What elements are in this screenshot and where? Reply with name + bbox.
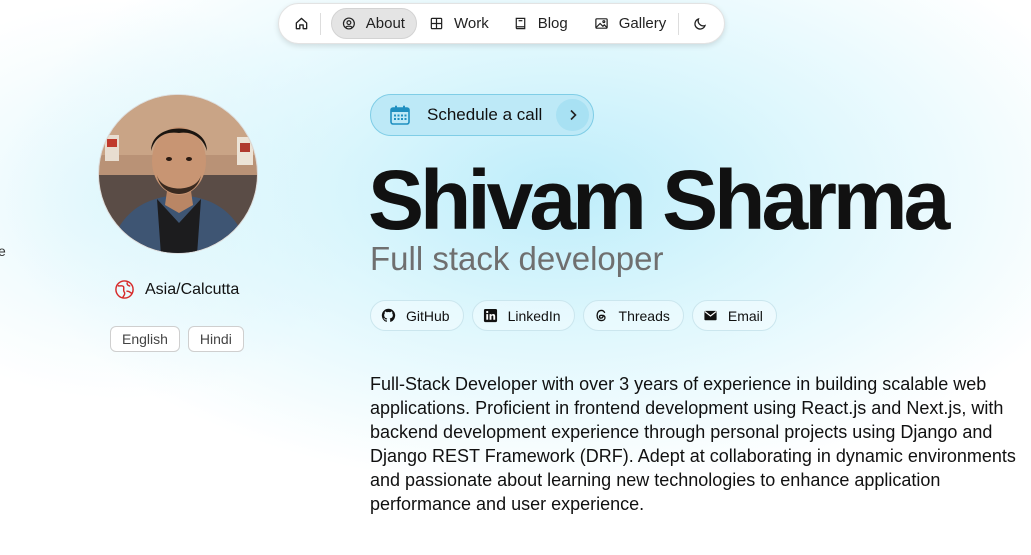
timezone: Asia/Calcutta <box>114 279 239 300</box>
threads-link[interactable]: Threads <box>582 300 684 331</box>
home-button[interactable] <box>287 8 316 39</box>
nav-blog-label: Blog <box>537 15 568 32</box>
nav-work-button[interactable]: Work <box>421 8 497 39</box>
schedule-call-button[interactable]: Schedule a call <box>370 94 594 136</box>
top-nav: About Work Blog Gallery <box>278 3 725 44</box>
chevron-right-icon <box>556 99 589 131</box>
linkedin-link[interactable]: LinkedIn <box>471 300 575 331</box>
timezone-label: Asia/Calcutta <box>145 280 240 298</box>
github-link[interactable]: GitHub <box>370 300 464 331</box>
nav-divider <box>320 12 321 35</box>
nav-gallery-label: Gallery <box>618 15 667 32</box>
image-icon <box>595 18 608 29</box>
calendar-icon <box>390 105 410 125</box>
nav-about-label: About <box>365 15 405 32</box>
linkedin-icon <box>483 308 497 323</box>
nav-about-button[interactable]: About <box>330 8 417 39</box>
threads-label: Threads <box>618 307 670 324</box>
github-icon <box>381 308 396 322</box>
home-icon <box>295 17 308 30</box>
role-subtitle: Full stack developer <box>370 240 664 277</box>
language-tags: English Hindi <box>110 326 244 352</box>
nav-gallery-button[interactable]: Gallery <box>586 8 675 39</box>
book-icon <box>515 17 526 30</box>
schedule-call-label: Schedule a call <box>427 105 543 124</box>
nav-work-label: Work <box>453 15 489 32</box>
github-label: GitHub <box>406 307 450 324</box>
bio-paragraph: Full-Stack Developer with over 3 years o… <box>370 374 1016 514</box>
threads-icon <box>595 309 606 322</box>
globe-icon <box>115 280 134 299</box>
avatar <box>98 94 258 254</box>
moon-icon <box>694 17 707 30</box>
grid-icon <box>430 17 443 30</box>
language-tag-english: English <box>110 326 180 352</box>
email-label: Email <box>727 307 763 324</box>
nav-blog-button[interactable]: Blog <box>505 8 576 39</box>
social-links: GitHub LinkedIn Threads Email <box>370 300 777 331</box>
person-circle-icon <box>342 17 355 30</box>
nav-divider <box>678 12 680 35</box>
page-title: Shivam Sharma <box>368 153 950 247</box>
email-link[interactable]: Email <box>691 300 777 331</box>
language-tag-hindi: Hindi <box>187 326 244 352</box>
edge-text: e <box>0 243 6 259</box>
linkedin-label: LinkedIn <box>507 307 561 324</box>
theme-toggle-button[interactable] <box>683 8 718 39</box>
email-icon <box>704 310 717 321</box>
